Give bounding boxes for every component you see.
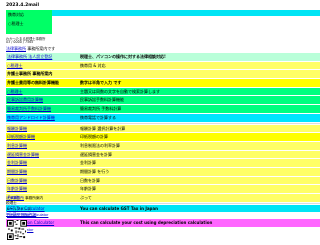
calculator-link[interactable]: 遅延損害金計算機 <box>6 150 78 159</box>
footer: 法律事務所 事務所案内 税理士 メールアドレス info@example.jp <box>6 196 43 217</box>
calculator-link[interactable]: 年齢計算機 <box>6 185 78 193</box>
calculator-description: 携帯電話で計算する <box>78 113 320 122</box>
calculator-description: 民事訴訟手数料計算機能 <box>78 96 320 105</box>
table-row: 金利計算機 金利計算 <box>6 159 320 167</box>
calculator-description <box>78 213 320 219</box>
mobile-badge: 携帯対応 ○税理士 <box>6 10 52 34</box>
table-row: ○税理士 携帯用 & 対応 <box>6 61 320 70</box>
table-row: 年齢計算機 年齢計算 <box>6 185 320 193</box>
calculator-link[interactable]: ○税理士 <box>6 61 78 70</box>
calculator-description <box>78 70 320 79</box>
table-row: ○税理士 主題又は同数の文字を自動で検索計算します <box>6 87 320 96</box>
calculator-link[interactable]: 日数計算機 <box>6 176 78 185</box>
tax-accountant-label: ○税理士 <box>8 21 24 26</box>
calculator-description: 期間計算 を行う <box>78 167 320 176</box>
footer-link[interactable]: 法律事務所 <box>6 196 24 200</box>
table-row: Depreciation Calculator This can calculat… <box>6 219 320 228</box>
table-row: 弁護士事務所 事務所案内 <box>6 70 320 79</box>
calculator-description: 主題又は同数の文字を自動で検索計算します <box>78 87 320 96</box>
calculator-link[interactable]: 法律事務所 法人設立登記 <box>6 53 78 61</box>
table-row: 遅延損害金計算機 遅延損害金を計算 <box>6 150 320 159</box>
office-phone: 03 / 0000 / 7565 <box>6 40 34 44</box>
calculator-description: This can calculate your cost using depre… <box>78 219 320 228</box>
table-row: 日数計算機 日数を計算 <box>6 176 320 185</box>
calculator-description: 金利計算 <box>78 159 320 167</box>
footer-email[interactable]: info@example.jp <box>6 212 43 217</box>
table-row: 利息計算機 利息制限法の利率計算 <box>6 141 320 150</box>
calculator-description: 年齢計算 <box>78 185 320 193</box>
calculator-link[interactable]: 簡易裁判所手数料計算機 <box>6 105 78 113</box>
table-row: 弁護士費用等の無料計算機能 数字は半角で入力 です <box>6 79 320 87</box>
calculator-link: 弁護士費用等の無料計算機能 <box>6 79 78 87</box>
qr-code-icon <box>7 220 27 240</box>
office-tagline: 事務所案内です <box>27 46 56 51</box>
table-row: 携帯用アンドロイド計算機 携帯電話で計算する <box>6 113 320 122</box>
table-row: 期間計算機 期間計算 を行う <box>6 167 320 176</box>
calculator-link[interactable]: 民事訴訟費用計算機 <box>6 96 78 105</box>
calculator-link[interactable]: 金利計算機 <box>6 159 78 167</box>
header-bar <box>52 10 320 16</box>
page-date: 2023.4.2mail <box>6 3 40 8</box>
calculator-link[interactable]: 利息計算機 <box>6 141 78 150</box>
calculator-description: 日数を計算 <box>78 176 320 185</box>
table-row: Present Value Calculator <box>6 213 320 219</box>
table-row: 民事訴訟費用計算機 民事訴訟手数料計算機能 <box>6 96 320 105</box>
mobile-badge-label: 携帯対応 <box>8 12 24 17</box>
calculator-description: 簡易裁判所 手数料計算 <box>78 105 320 113</box>
table-row: 簡易裁判所手数料計算機 簡易裁判所 手数料計算 <box>6 105 320 113</box>
table-row: 法律事務所 法人設立登記 税理士、パソコンの操作に対する法律相談対応! <box>6 53 320 61</box>
calculator-description: 報酬計算 選択計算を計算 <box>78 124 320 133</box>
calculator-list: 法律事務所 事務所案内です 法律事務所 法人設立登記 税理士、パソコンの操作に対す… <box>6 46 320 234</box>
table-row: Loan Calculator <box>6 228 320 234</box>
table-row: その他 ぶって <box>6 194 320 202</box>
calculator-description: 税理士、パソコンの操作に対する法律相談対応! <box>78 53 320 61</box>
calculator-link[interactable]: 報酬計算機 <box>6 124 78 133</box>
calculator-link[interactable]: 携帯用アンドロイド計算機 <box>6 113 78 122</box>
calculator-description: 携帯用 & 対応 <box>78 61 320 70</box>
divider <box>6 202 320 204</box>
calculator-link: 弁護士事務所 事務所案内 <box>6 70 78 79</box>
calculator-description <box>78 228 320 234</box>
calculator-link[interactable]: ○税理士 <box>6 87 78 96</box>
calculator-description: 数字は半角で入力 です <box>78 79 320 87</box>
calculator-description: You can calculate GST Tax in Japan <box>78 204 320 213</box>
calculator-description: 利息制限法の利率計算 <box>78 141 320 150</box>
table-row: GST Tax Calculator You can calculate GST … <box>6 204 320 213</box>
calculator-link[interactable]: 期間計算機 <box>6 167 78 176</box>
calculator-description: 遅延損害金を計算 <box>78 150 320 159</box>
table-row: 印紙税額計算機 印紙税額の計算 <box>6 133 320 141</box>
calculator-description: ぶって <box>78 194 320 202</box>
footer-desc: 事務所案内 <box>25 196 44 200</box>
office-link[interactable]: 法律事務所 <box>6 46 26 51</box>
calculator-link[interactable]: 印紙税額計算機 <box>6 133 78 141</box>
divider <box>6 122 320 124</box>
table-row: 報酬計算機 報酬計算 選択計算を計算 <box>6 124 320 133</box>
calculator-description: 印紙税額の計算 <box>78 133 320 141</box>
